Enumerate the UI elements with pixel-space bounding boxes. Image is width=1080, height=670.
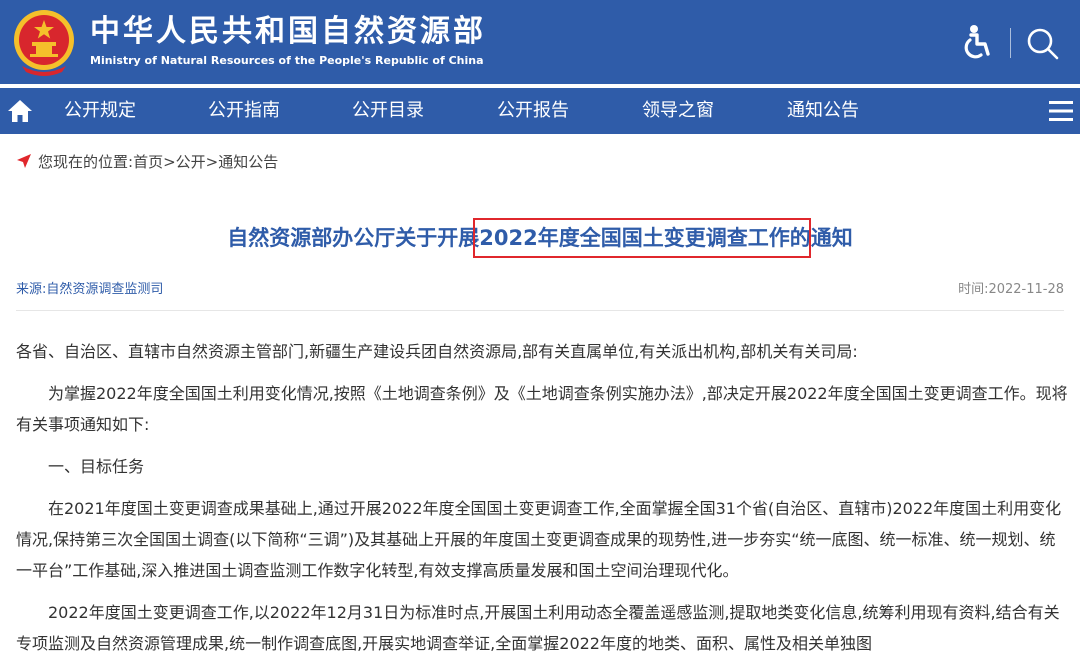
article-paragraph: 为掌握2022年度全国国土利用变化情况,按照《土地调查条例》及《土地调查条例实施… — [16, 384, 1068, 434]
nav-item-disclosure-catalog[interactable]: 公开目录 — [352, 88, 424, 134]
nav-item-notices[interactable]: 通知公告 — [787, 88, 859, 134]
nav-item-disclosure-guide[interactable]: 公开指南 — [208, 88, 280, 134]
breadcrumb-notices[interactable]: 通知公告 — [218, 153, 278, 171]
main-nav: 公开规定 公开指南 公开目录 公开报告 领导之窗 通知公告 — [0, 88, 1080, 134]
nav-item-disclosure-rules[interactable]: 公开规定 — [64, 88, 136, 134]
breadcrumb-disclosure[interactable]: 公开 — [176, 153, 206, 171]
nav-item-disclosure-report[interactable]: 公开报告 — [497, 88, 569, 134]
breadcrumb-label: 您现在的位置: — [38, 153, 134, 171]
site-title-cn: 中华人民共和国自然资源部 — [90, 14, 486, 49]
article-paragraph: 2022年度国土变更调查工作,以2022年12月31日为标准时点,开展国土利用动… — [16, 603, 1060, 653]
breadcrumb: 您现在的位置:首页>公开>通知公告 — [16, 150, 278, 174]
breadcrumb-separator: > — [163, 153, 176, 171]
accessibility-icon[interactable] — [960, 24, 992, 60]
article-source[interactable]: 来源:自然资源调查监测司 — [16, 281, 163, 299]
article-paragraph-salutation: 各省、自治区、直辖市自然资源主管部门,新疆生产建设兵团自然资源局,部有关直属单位… — [16, 342, 858, 361]
breadcrumb-separator: > — [205, 153, 219, 171]
site-title-en: Ministry of Natural Resources of the Peo… — [90, 54, 484, 67]
search-icon[interactable] — [1024, 25, 1060, 61]
national-emblem-icon[interactable] — [12, 8, 76, 76]
article-title-prefix: 自然资源部办公厅关于开展 — [227, 226, 480, 250]
article-time: 时间:2022-11-28 — [958, 282, 1064, 297]
site-header: 中华人民共和国自然资源部 Ministry of Natural Resourc… — [0, 0, 1080, 84]
home-icon[interactable] — [6, 97, 34, 125]
location-arrow-icon — [17, 154, 31, 168]
nav-item-leaders[interactable]: 领导之窗 — [642, 88, 714, 134]
article-paragraph: 在2021年度国土变更调查成果基础上,通过开展2022年度全国国土变更调查工作,… — [16, 499, 1062, 580]
article-body: 各省、自治区、直辖市自然资源主管部门,新疆生产建设兵团自然资源局,部有关直属单位… — [16, 336, 1068, 670]
breadcrumb-home[interactable]: 首页 — [133, 153, 163, 171]
header-divider — [1010, 28, 1011, 58]
article-section-heading: 一、目标任务 — [48, 457, 145, 476]
title-highlight-box — [473, 218, 811, 258]
menu-icon[interactable] — [1048, 99, 1074, 123]
meta-divider — [16, 310, 1064, 311]
